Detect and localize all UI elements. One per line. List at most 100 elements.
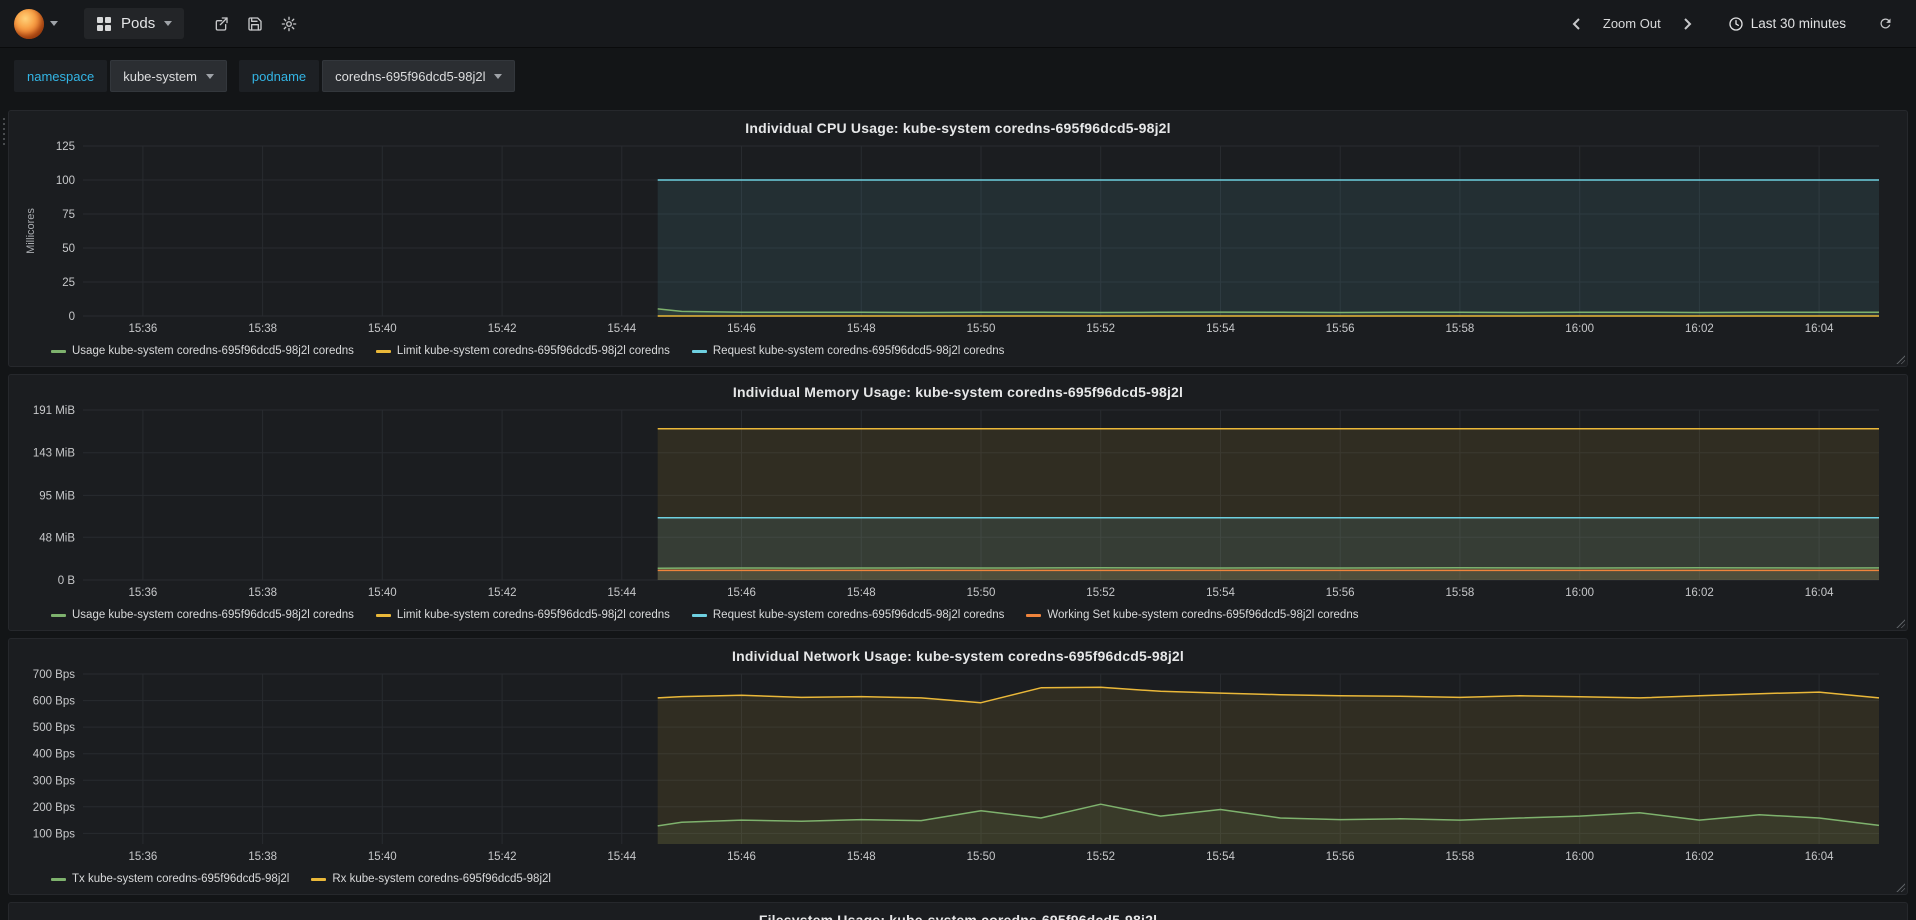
legend-label: Limit kube-system coredns-695f96dcd5-98j… [396, 345, 670, 357]
legend-item[interactable]: Usage kube-system coredns-695f96dcd5-98j… [51, 345, 354, 357]
row-drag-handle[interactable] [1, 118, 7, 145]
svg-text:15:36: 15:36 [129, 851, 158, 863]
svg-text:15:42: 15:42 [488, 851, 517, 863]
top-navbar: Pods Zoom Out Last 30 minutes [0, 0, 1916, 48]
legend-item[interactable]: Request kube-system coredns-695f96dcd5-9… [691, 345, 1005, 357]
series-color-swatch [1026, 613, 1042, 617]
svg-text:400 Bps: 400 Bps [33, 749, 75, 761]
series-color-swatch [51, 349, 66, 353]
svg-text:700 Bps: 700 Bps [33, 669, 75, 681]
save-button[interactable] [238, 10, 272, 38]
svg-text:16:04: 16:04 [1805, 851, 1834, 863]
variable-podname-dropdown[interactable]: coredns-695f96dcd5-98j2l [322, 60, 516, 92]
svg-text:15:46: 15:46 [727, 851, 756, 863]
svg-text:15:48: 15:48 [847, 587, 876, 599]
svg-text:15:48: 15:48 [847, 851, 876, 863]
time-shift-back-button[interactable] [1563, 11, 1590, 37]
settings-button[interactable] [272, 10, 306, 38]
svg-text:15:38: 15:38 [248, 851, 277, 863]
svg-text:15:58: 15:58 [1446, 323, 1475, 335]
legend-item[interactable]: Usage kube-system coredns-695f96dcd5-98j… [51, 609, 354, 621]
svg-text:15:52: 15:52 [1086, 851, 1115, 863]
dashboard-picker[interactable]: Pods [84, 8, 185, 39]
time-range-picker[interactable]: Last 30 minutes [1719, 10, 1855, 38]
svg-text:15:46: 15:46 [727, 323, 756, 335]
network-usage-chart[interactable]: 100 Bps 200 Bps 300 Bps 400 Bps 500 Bps 600 B… [21, 668, 1895, 866]
panel-resize-handle[interactable] [1895, 882, 1905, 892]
svg-text:15:36: 15:36 [129, 587, 158, 599]
legend-item[interactable]: Limit kube-system coredns-695f96dcd5-98j… [375, 345, 670, 357]
panel-title[interactable]: Individual Memory Usage: kube-system cor… [21, 380, 1895, 404]
legend-label: Rx kube-system coredns-695f96dcd5-98j2l [332, 873, 551, 885]
legend-item[interactable]: Working Set kube-system coredns-695f96dc… [1026, 609, 1358, 621]
chevron-down-icon [50, 21, 58, 26]
series-color-swatch [691, 613, 707, 617]
legend-label: Tx kube-system coredns-695f96dcd5-98j2l [72, 873, 290, 885]
chevron-down-icon [205, 73, 214, 79]
chevron-down-icon [164, 21, 173, 26]
svg-text:16:00: 16:00 [1565, 323, 1594, 335]
svg-text:15:44: 15:44 [607, 587, 636, 599]
svg-text:16:02: 16:02 [1685, 587, 1714, 599]
zoom-out-label: Zoom Out [1602, 16, 1661, 31]
svg-text:15:48: 15:48 [847, 323, 876, 335]
variable-namespace-dropdown[interactable]: kube-system [110, 60, 227, 92]
time-shift-forward-button[interactable] [1674, 11, 1701, 37]
panel-resize-handle[interactable] [1895, 354, 1905, 364]
svg-text:25: 25 [62, 277, 75, 289]
clock-icon [1729, 16, 1743, 31]
variable-podname-label: podname [238, 60, 320, 92]
variable-podname: podname coredns-695f96dcd5-98j2l [238, 60, 516, 92]
legend-label: Request kube-system coredns-695f96dcd5-9… [712, 609, 1005, 621]
svg-text:15:50: 15:50 [967, 851, 996, 863]
time-range-label: Last 30 minutes [1750, 16, 1846, 31]
gear-icon [281, 16, 297, 31]
legend-item[interactable]: Limit kube-system coredns-695f96dcd5-98j… [375, 609, 670, 621]
grafana-main-menu[interactable] [14, 8, 58, 39]
svg-text:15:52: 15:52 [1086, 323, 1115, 335]
legend-item[interactable]: Rx kube-system coredns-695f96dcd5-98j2l [311, 873, 551, 885]
svg-text:15:54: 15:54 [1206, 587, 1235, 599]
svg-text:16:02: 16:02 [1685, 323, 1714, 335]
svg-text:15:40: 15:40 [368, 323, 397, 335]
variable-namespace-label: namespace [14, 60, 108, 92]
svg-text:15:44: 15:44 [607, 323, 636, 335]
legend-label: Limit kube-system coredns-695f96dcd5-98j… [396, 609, 670, 621]
panel-title[interactable]: Individual CPU Usage: kube-system coredn… [21, 116, 1895, 140]
svg-text:15:56: 15:56 [1326, 323, 1355, 335]
svg-text:16:00: 16:00 [1565, 587, 1594, 599]
legend-label: Request kube-system coredns-695f96dcd5-9… [712, 345, 1005, 357]
legend-item[interactable]: Tx kube-system coredns-695f96dcd5-98j2l [51, 873, 289, 885]
svg-text:15:58: 15:58 [1446, 587, 1475, 599]
panel-title[interactable]: Individual Network Usage: kube-system co… [21, 644, 1895, 668]
refresh-button[interactable] [1869, 10, 1902, 37]
svg-text:15:56: 15:56 [1326, 587, 1355, 599]
dashboard-submenu: namespace kube-system podname coredns-69… [0, 48, 1916, 104]
panel-title[interactable]: Filesystem Usage: kube-system coredns-69… [21, 908, 1895, 920]
svg-text:15:54: 15:54 [1206, 851, 1235, 863]
svg-text:15:36: 15:36 [129, 323, 158, 335]
panel-resize-handle[interactable] [1895, 618, 1905, 628]
chevron-right-icon [1683, 17, 1692, 30]
chevron-down-icon [494, 73, 503, 79]
cpu-usage-chart[interactable]: 0 25 50 75 100 125 15:36 15:38 15:40 15:42 15:44 15… [21, 140, 1895, 338]
svg-text:100 Bps: 100 Bps [33, 828, 75, 840]
svg-text:15:46: 15:46 [727, 587, 756, 599]
zoom-out-button[interactable]: Zoom Out [1594, 10, 1670, 37]
svg-text:15:58: 15:58 [1446, 851, 1475, 863]
legend-label: Working Set kube-system coredns-695f96dc… [1047, 609, 1359, 621]
svg-text:0: 0 [69, 311, 75, 323]
svg-text:500 Bps: 500 Bps [33, 722, 75, 734]
chart-legend: Usage kube-system coredns-695f96dcd5-98j… [21, 338, 1895, 364]
grafana-logo-icon[interactable] [14, 8, 44, 39]
share-button[interactable] [204, 10, 238, 38]
memory-usage-chart[interactable]: 0 B 48 MiB 95 MiB 143 MiB 191 MiB 15:36 15:38 1… [21, 404, 1895, 602]
svg-text:0 B: 0 B [58, 575, 76, 587]
svg-text:600 Bps: 600 Bps [33, 696, 75, 708]
legend-item[interactable]: Request kube-system coredns-695f96dcd5-9… [691, 609, 1005, 621]
panel-filesystem-usage: Filesystem Usage: kube-system coredns-69… [8, 902, 1908, 920]
svg-text:Millicores: Millicores [25, 208, 37, 254]
svg-text:95 MiB: 95 MiB [39, 490, 75, 502]
svg-text:15:40: 15:40 [368, 587, 397, 599]
save-icon [248, 16, 262, 31]
